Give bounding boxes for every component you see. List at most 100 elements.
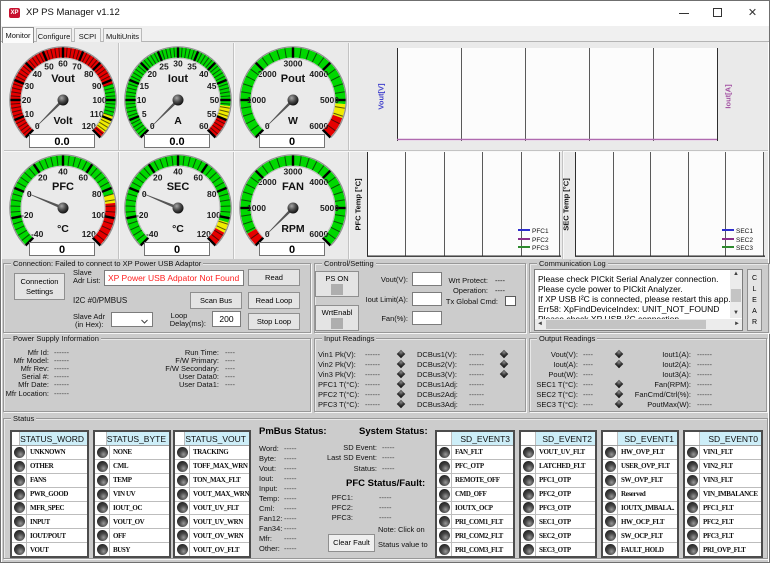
status-row-pwr-good[interactable]: PWR_GOOD — [12, 488, 87, 502]
loop-delay-input[interactable]: 200 — [212, 311, 241, 327]
comm-log-hscrollbar[interactable]: ◄► — [535, 319, 742, 330]
tab-scpi[interactable]: SCPI — [74, 28, 101, 42]
status-row-iout-oc[interactable]: IOUT_OC — [95, 502, 169, 516]
status-row-pri-com2-flt[interactable]: PRI_COM2_FLT — [437, 529, 513, 543]
status-row-vout-ov[interactable]: VOUT_OV — [95, 515, 169, 529]
status-row-vout-uv-flt[interactable]: VOUT_UV_FLT — [175, 502, 249, 516]
status-row-pfc3-flt[interactable]: PFC3_FLT — [685, 529, 761, 543]
status-row-pfc1-otp[interactable]: PFC1_OTP — [521, 474, 595, 488]
comm-log-vscrollbar[interactable]: ▲▼ — [730, 270, 742, 318]
tab-multiunits[interactable]: MultiUnits — [103, 28, 142, 42]
read-loop-button[interactable]: Read Loop — [248, 292, 300, 309]
stop-loop-button[interactable]: Stop Loop — [248, 313, 300, 330]
status-row-vin1-flt[interactable]: VIN1_FLT — [685, 446, 761, 460]
status-row-cml[interactable]: CML — [95, 460, 169, 474]
wrt-protect-value: ---- — [495, 276, 505, 285]
status-row-busy[interactable]: BUSY — [95, 543, 169, 556]
scroll-up-icon[interactable]: ▲ — [730, 270, 742, 279]
tx-global-cmd-checkbox[interactable] — [505, 296, 516, 306]
fan-input[interactable] — [412, 311, 442, 325]
clear-log-button[interactable]: CLEAR — [747, 269, 762, 331]
status-row-vout[interactable]: VOUT — [12, 543, 87, 556]
status-table-header-spacer — [437, 432, 452, 445]
status-led-cell — [521, 488, 536, 501]
maximize-button[interactable] — [701, 1, 735, 26]
input-readings-left-label-0: Vin1 Pk(V): — [318, 350, 364, 359]
status-row-pfc-otp[interactable]: PFC_OTP — [437, 460, 513, 474]
status-row-vin2-flt[interactable]: VIN2_FLT — [685, 460, 761, 474]
status-row-pri-com1-flt[interactable]: PRI_COM1_FLT — [437, 515, 513, 529]
status-row-ton-max-flt[interactable]: TON_MAX_FLT — [175, 474, 249, 488]
status-row-unknown[interactable]: UNKNOWN — [12, 446, 87, 460]
svg-text:2000: 2000 — [258, 69, 277, 79]
status-row-fan-flt[interactable]: FAN_FLT — [437, 446, 513, 460]
svg-text:25: 25 — [159, 61, 169, 71]
status-table-header: STATUS_BYTE — [95, 432, 169, 446]
slave-adr-hex-label-line2: (in Hex): — [75, 320, 103, 329]
status-row-other[interactable]: OTHER — [12, 460, 87, 474]
status-row-temp[interactable]: TEMP — [95, 474, 169, 488]
scan-bus-button[interactable]: Scan Bus — [190, 292, 242, 309]
status-row-ioutx-ocp[interactable]: IOUTX_OCP — [437, 502, 513, 516]
status-row-vin3-flt[interactable]: VIN3_FLT — [685, 474, 761, 488]
status-row-sec1-otp[interactable]: SEC1_OTP — [521, 515, 595, 529]
status-row-vout-ov-flt[interactable]: VOUT_OV_FLT — [175, 543, 249, 556]
status-row-sw-ocp-flt[interactable]: SW_OCP_FLT — [603, 529, 677, 543]
status-row-vout-ov-wrn[interactable]: VOUT_OV_WRN — [175, 529, 249, 543]
minimize-button[interactable] — [667, 1, 701, 26]
tab-monitor[interactable]: Monitor — [2, 27, 34, 43]
status-row-user-ovp-flt[interactable]: USER_OVP_FLT — [603, 460, 677, 474]
status-row-latched-flt[interactable]: LATCHED_FLT — [521, 460, 595, 474]
status-row-vout-uv-wrn[interactable]: VOUT_UV_WRN — [175, 515, 249, 529]
slave-adr-dropdown[interactable] — [111, 312, 153, 327]
status-row-hw-ovp-flt[interactable]: HW_OVP_FLT — [603, 446, 677, 460]
status-led-icon — [177, 489, 188, 500]
svg-text:2000: 2000 — [258, 177, 277, 187]
status-row-vin-imbalance[interactable]: VIN_IMBALANCE — [685, 488, 761, 502]
vscroll-thumb[interactable] — [731, 289, 741, 302]
status-led-cell — [95, 474, 110, 487]
status-row-tracking[interactable]: TRACKING — [175, 446, 249, 460]
status-row-pri-ovp-flt[interactable]: PRI_OVP_FLT — [685, 543, 761, 556]
status-row-sec2-otp[interactable]: SEC2_OTP — [521, 529, 595, 543]
tab-configure[interactable]: Configure — [36, 28, 72, 42]
output-readings-right-label-5: PoutMax(W): — [621, 400, 691, 409]
status-row-remote-off[interactable]: REMOTE_OFF — [437, 474, 513, 488]
status-row-input[interactable]: INPUT — [12, 515, 87, 529]
status-row-reserved[interactable]: Reserved — [603, 488, 677, 502]
scroll-right-icon[interactable]: ► — [732, 321, 742, 327]
status-row-fault-hold[interactable]: FAULT_HOLD — [603, 543, 677, 556]
status-row-cmd-off[interactable]: CMD_OFF — [437, 488, 513, 502]
status-led-icon — [687, 447, 698, 458]
status-row-vin-uv[interactable]: VIN UV — [95, 488, 169, 502]
status-led-icon — [14, 475, 25, 486]
status-row-pfc2-flt[interactable]: PFC2_FLT — [685, 515, 761, 529]
status-row-pri-com3-flt[interactable]: PRI_COM3_FLT — [437, 543, 513, 556]
status-row-mfr-spec[interactable]: MFR_SPEC — [12, 502, 87, 516]
status-row-fans[interactable]: FANS — [12, 474, 87, 488]
clear-fault-button[interactable]: Clear Fault — [328, 534, 375, 552]
slave-adr-list-box[interactable]: XP Power USB Adpator Not Found — [104, 270, 244, 286]
status-row-pfc2-otp[interactable]: PFC2_OTP — [521, 488, 595, 502]
status-row-pfc1-flt[interactable]: PFC1_FLT — [685, 502, 761, 516]
status-row-sw-ovp-flt[interactable]: SW_OVP_FLT — [603, 474, 677, 488]
scroll-left-icon[interactable]: ◄ — [535, 321, 545, 327]
status-row-toff-max-wrn[interactable]: TOFF_MAX_WRN — [175, 460, 249, 474]
status-row-vout-uv-flt[interactable]: VOUT_UV_FLT — [521, 446, 595, 460]
connection-settings-button[interactable]: ConnectionSettings — [14, 273, 65, 300]
status-row-hw-ocp-flt[interactable]: HW_OCP_FLT — [603, 515, 677, 529]
hscroll-thumb[interactable] — [546, 320, 706, 329]
status-led-icon — [605, 530, 616, 541]
status-row-vout-max-wrn[interactable]: VOUT_MAX_WRN — [175, 488, 249, 502]
close-button[interactable]: ✕ — [736, 1, 770, 26]
read-button[interactable]: Read — [248, 269, 300, 286]
scroll-down-icon[interactable]: ▼ — [730, 309, 742, 318]
status-row-pfc3-otp[interactable]: PFC3_OTP — [521, 502, 595, 516]
status-row-off[interactable]: OFF — [95, 529, 169, 543]
status-row-iout-pout[interactable]: IOUT/POUT — [12, 529, 87, 543]
maximize-icon — [713, 8, 722, 17]
status-row-ioutx-imbala-[interactable]: IOUTX_IMBALA.. — [603, 502, 677, 516]
status-row-sec3-otp[interactable]: SEC3_OTP — [521, 543, 595, 556]
status-row-none[interactable]: NONE — [95, 446, 169, 460]
comm-log-textarea[interactable]: Please check PICkit Serial Analyzer conn… — [534, 269, 743, 331]
